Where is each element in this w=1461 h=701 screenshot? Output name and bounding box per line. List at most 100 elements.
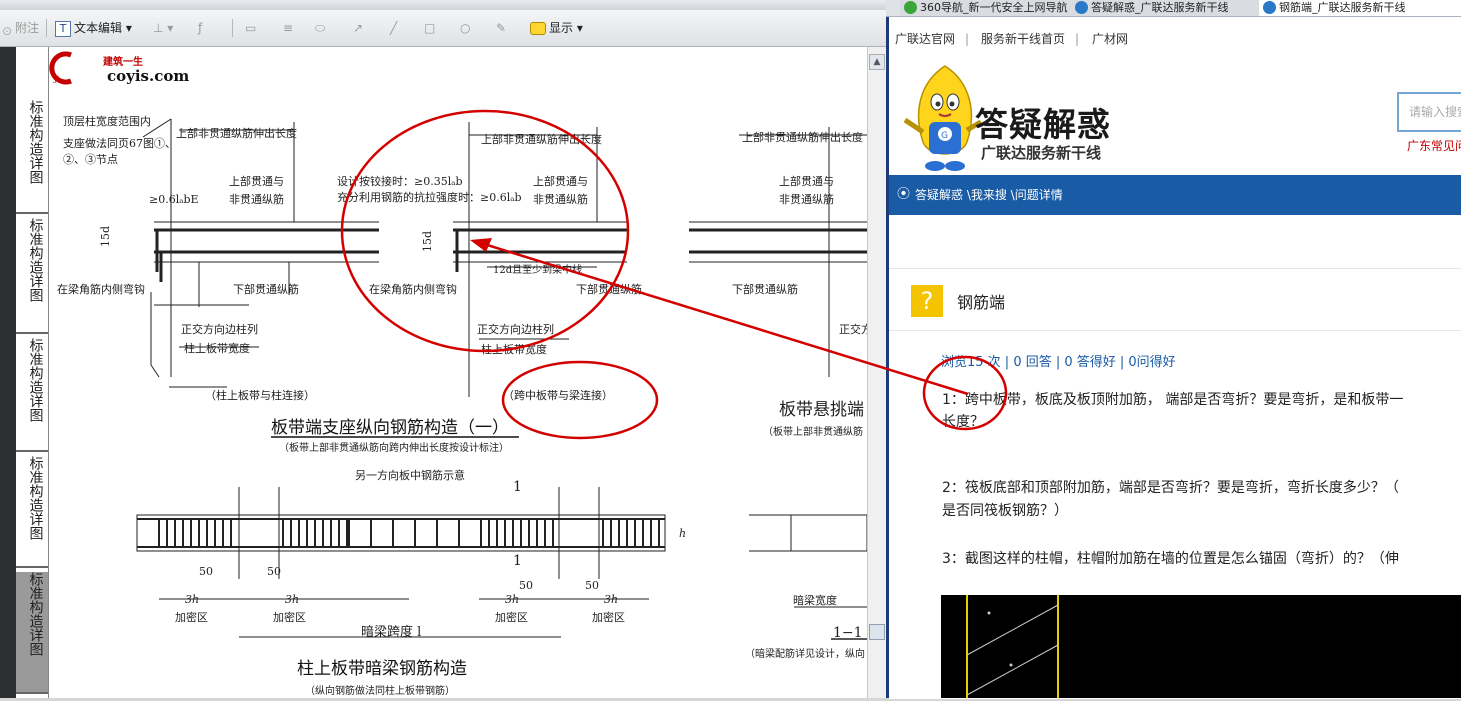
search-input[interactable]: 请输入搜索 <box>1397 92 1461 132</box>
display-button[interactable]: 显示 ▾ <box>530 18 583 38</box>
beam-note: （暗梁配筋详见设计，纵向 <box>745 647 865 660</box>
beam-dim-50c: 50 <box>519 579 533 592</box>
figure-1-labels: 顶层柱宽度范围内 支座做法同页67图①、 ②、③节点 上部非贯通纵筋伸出长度 上… <box>57 114 315 402</box>
pencil-tool[interactable]: ✎ <box>496 18 506 38</box>
bookmark-item[interactable]: 标准构造详图 <box>16 100 48 214</box>
arrow-icon: ↗ <box>353 21 364 35</box>
scroll-up-icon[interactable]: ▲ <box>869 54 885 70</box>
fav-link-material[interactable]: 广材网 <box>1092 27 1128 51</box>
question-screenshot-image[interactable] <box>941 595 1461 698</box>
fig1-dim15d: 15d <box>99 226 112 247</box>
search-placeholder: 请输入搜索 <box>1409 105 1461 119</box>
bookmark-label: 标准构造详图 <box>27 100 44 184</box>
scroll-thumb[interactable] <box>869 624 885 640</box>
beam-dim-3h-b: 3h <box>285 593 299 606</box>
pdf-vertical-scrollbar[interactable] <box>867 47 886 698</box>
question-badge-icon: ? <box>911 285 943 317</box>
arrow-tool[interactable]: ↗ <box>353 18 363 38</box>
attach-button[interactable]: ⊙ 附注 <box>2 18 39 38</box>
line-tool[interactable]: ╱ <box>390 18 397 38</box>
bookmark-label: 标准构造详图 <box>27 456 44 540</box>
display-label: 显示 <box>549 21 574 35</box>
site-subtitle: 广联达服务新干线 <box>981 144 1102 162</box>
fig3-title: 板带悬挑端 <box>779 400 864 420</box>
fig1-corner-hook: 在梁角筋内侧弯钩 <box>57 282 145 296</box>
tab-label: 360导航_新一代安全上网导航 <box>920 1 1068 14</box>
bookmark-item[interactable]: 标准构造详图 <box>16 456 48 568</box>
bookmark-item[interactable]: 标准构造详图 <box>16 218 48 334</box>
tab-qa[interactable]: 答疑解惑_广联达服务新干线 ✕ <box>1071 0 1279 16</box>
fig1-upper-nonthrough: 上部非贯通纵筋伸出长度 <box>176 126 297 140</box>
section-1-1-label: 1−1 <box>833 625 863 641</box>
fig2-dim15d: 15d <box>421 231 434 252</box>
fig3-upper-through: 上部贯通与 <box>779 174 834 188</box>
beam-dense-zone-c: 加密区 <box>495 610 528 624</box>
fig1-upper-through2: 非贯通纵筋 <box>229 192 284 206</box>
question-title: 钢筋端 <box>957 293 1006 312</box>
tab-favicon-icon <box>904 1 917 14</box>
fig2-upper-nonthrough: 上部非贯通纵筋伸出长度 <box>481 132 602 146</box>
fig1-col-strip-width: 柱上板带宽度 <box>184 341 250 355</box>
signature-button[interactable]: ƒ <box>198 18 202 38</box>
rectangle-tool[interactable]: □ <box>424 18 435 38</box>
ellipse-tool[interactable]: ○ <box>460 18 470 38</box>
bookmark-label: 标准构造详图 <box>27 218 44 302</box>
fig1-caption: （柱上板带与柱连接） <box>205 388 315 402</box>
fav-separator: | <box>965 32 970 46</box>
logo-main: coyis.com <box>107 67 189 85</box>
line-icon: ╱ <box>390 21 398 35</box>
fig1-note3: ②、③节点 <box>63 153 118 166</box>
favorites-bar: 广联达官网 | 服务新干线首页 | 广材网 <box>889 27 1461 51</box>
fav-link-service-home[interactable]: 服务新干线首页 <box>981 27 1065 51</box>
tab-favicon-icon <box>1075 1 1088 14</box>
fig2-corner-hook: 在梁角筋内侧弯钩 <box>369 282 457 296</box>
fig1-upper-through: 上部贯通与 <box>229 174 284 188</box>
callout-tool[interactable]: ▭ <box>245 18 256 38</box>
beam-dim-50d: 50 <box>585 579 599 592</box>
main-title: 板带端支座纵向钢筋构造（一） <box>271 418 509 438</box>
fav-link-glodon[interactable]: 广联达官网 <box>895 27 955 51</box>
cloud-tool[interactable]: ⬭ <box>315 18 325 38</box>
beam-height-label: h <box>679 527 686 540</box>
fig2-upper-through: 上部贯通与 <box>533 174 588 188</box>
fig3-orth: 正交方 <box>839 322 867 336</box>
pdf-page: y 建筑一生 coyis.com 顶层柱宽度范围内 支座做法同页67图①、 ②、… <box>49 47 867 698</box>
stamp-icon: ⊥ <box>153 21 164 35</box>
structural-drawing: y 建筑一生 coyis.com 顶层柱宽度范围内 支座做法同页67图①、 ②、… <box>49 51 867 697</box>
bookmark-item[interactable]: 标准构造详图 <box>16 338 48 452</box>
beam-dim-50a: 50 <box>199 565 213 578</box>
beam-title: 柱上板带暗梁钢筋构造 <box>297 659 467 679</box>
tab-favicon-icon <box>1263 1 1276 14</box>
text-edit-button[interactable]: T 文本编辑 ▾ <box>55 18 132 38</box>
bookmark-item[interactable]: 标准构造详图 <box>16 572 48 694</box>
beam-dense-zone-d: 加密区 <box>592 610 625 624</box>
beam-dim-3h-c: 3h <box>505 593 519 606</box>
fig1-dim06: ≥0.6lₐbE <box>149 193 199 206</box>
coyis-logo: y 建筑一生 coyis.com <box>49 51 189 85</box>
fig2-lower-through: 下部贯通纵筋 <box>576 282 642 296</box>
fig2-col-strip-width: 柱上板带宽度 <box>481 342 547 356</box>
pencil-icon: ✎ <box>496 21 507 35</box>
question-line-2: 2：筏板底部和顶部附加筋，端部是否弯折？要是弯折，弯折长度多少？（ <box>942 480 1399 496</box>
tab-label: 答疑解惑_广联达服务新干线 <box>1091 1 1229 14</box>
textbox-tool[interactable]: ≡ <box>283 18 293 38</box>
beam-width-label: 暗梁宽度 <box>793 593 837 607</box>
beam-dim-3h-a: 3h <box>185 593 199 606</box>
breadcrumb[interactable]: 答疑解惑 \我来搜 \问题详情 <box>915 175 1063 215</box>
text-edit-icon: T <box>55 20 71 37</box>
fig1-note: 顶层柱宽度范围内 <box>63 114 151 128</box>
tab-label: 钢筋端_广联达服务新干线 <box>1279 1 1406 14</box>
attach-label: 附注 <box>15 21 40 35</box>
fig2-dim12d: 12d且至少到梁中线 <box>493 263 582 276</box>
question-line-1b: 长度？ <box>942 414 984 430</box>
tab-360-nav[interactable]: 360导航_新一代安全上网导航 ✕ <box>900 0 1091 16</box>
question-title-bar: ? 钢筋端 <box>889 268 1461 331</box>
question-line-2b: 是否同筏板钢筋？） <box>942 503 1068 519</box>
fig2-upper-through2: 非贯通纵筋 <box>533 192 588 206</box>
stamp-button[interactable]: ⊥ ▾ <box>153 18 173 38</box>
search-hint-link[interactable]: 广东常见问 <box>1407 137 1461 154</box>
tab-rebar-end[interactable]: 钢筋端_广联达服务新干线 ✕ <box>1259 0 1461 16</box>
fig3-upper-through2: 非贯通纵筋 <box>779 192 834 206</box>
question-line-1: 1：跨中板带，板底及板顶附加筋， 端部是否弯折？要是弯折，是和板带一 <box>942 392 1404 408</box>
figure-1 <box>142 118 379 388</box>
